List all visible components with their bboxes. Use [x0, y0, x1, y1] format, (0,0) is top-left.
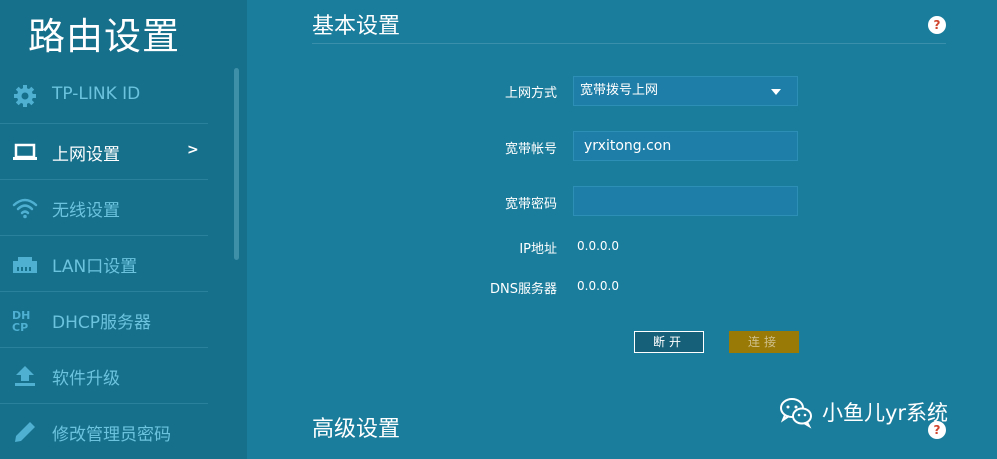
- section-title-advanced: 高级设置: [312, 417, 401, 442]
- help-icon[interactable]: ?: [928, 16, 946, 34]
- sidebar-item-dhcp[interactable]: DH CP DHCP服务器: [0, 292, 208, 348]
- pencil-icon: [12, 420, 38, 444]
- ip-label: IP地址: [519, 242, 557, 257]
- sidebar-nav: TP-LINK ID 上网设置 > 无线设置 LAN口设置 DH CP DHCP…: [0, 68, 208, 459]
- sidebar-item-internet-settings[interactable]: 上网设置 >: [0, 124, 208, 180]
- section-title-basic: 基本设置: [312, 14, 401, 39]
- connection-type-value: 宽带拨号上网: [580, 83, 659, 98]
- chevron-down-icon: [771, 89, 781, 95]
- sidebar-item-admin-password[interactable]: 修改管理员密码: [0, 404, 208, 459]
- watermark: 小鱼儿yr系统: [778, 394, 948, 430]
- sidebar-item-tplink-id[interactable]: TP-LINK ID: [0, 68, 208, 124]
- password-label: 宽带密码: [504, 197, 557, 212]
- app-title: 路由设置: [28, 15, 180, 58]
- laptop-icon: [12, 140, 38, 164]
- sidebar-item-lan[interactable]: LAN口设置: [0, 236, 208, 292]
- wechat-icon: [778, 394, 814, 430]
- ip-value: 0.0.0.0: [577, 239, 619, 253]
- section-divider: [312, 43, 946, 44]
- connection-type-select[interactable]: 宽带拨号上网: [573, 76, 798, 106]
- sidebar-item-label: 上网设置: [52, 145, 120, 165]
- disconnect-button[interactable]: 断开: [634, 331, 704, 353]
- sidebar-scrollbar[interactable]: [234, 68, 239, 260]
- dns-value: 0.0.0.0: [577, 279, 619, 293]
- wifi-icon: [12, 196, 38, 220]
- account-input[interactable]: yrxitong.con: [573, 131, 798, 161]
- sidebar-item-label: 软件升级: [52, 369, 120, 389]
- upload-icon: [12, 364, 38, 388]
- sidebar-item-label: LAN口设置: [52, 257, 138, 277]
- svg-text:CP: CP: [12, 321, 28, 332]
- lan-port-icon: [12, 252, 38, 276]
- account-label: 宽带帐号: [504, 142, 557, 157]
- sidebar-item-label: TP-LINK ID: [52, 84, 141, 104]
- sidebar-item-label: DHCP服务器: [52, 313, 151, 333]
- dhcp-icon: DH CP: [12, 308, 38, 334]
- password-input[interactable]: [573, 186, 798, 216]
- dns-label: DNS服务器: [490, 282, 557, 297]
- chevron-right-icon: >: [187, 142, 199, 158]
- sidebar-item-label: 修改管理员密码: [52, 425, 171, 445]
- sidebar-item-label: 无线设置: [52, 201, 120, 221]
- watermark-text: 小鱼儿yr系统: [822, 401, 949, 425]
- connect-button[interactable]: 连接: [729, 331, 799, 353]
- gear-icon: [12, 84, 38, 108]
- sidebar: 路由设置 TP-LINK ID 上网设置 > 无线设置 LAN口设置 DH CP…: [0, 0, 247, 459]
- main-panel: 基本设置 ? 上网方式 宽带拨号上网 宽带帐号 yrxitong.con 宽带密…: [247, 0, 997, 459]
- connection-type-label: 上网方式: [504, 86, 557, 101]
- sidebar-item-upgrade[interactable]: 软件升级: [0, 348, 208, 404]
- sidebar-item-wireless[interactable]: 无线设置: [0, 180, 208, 236]
